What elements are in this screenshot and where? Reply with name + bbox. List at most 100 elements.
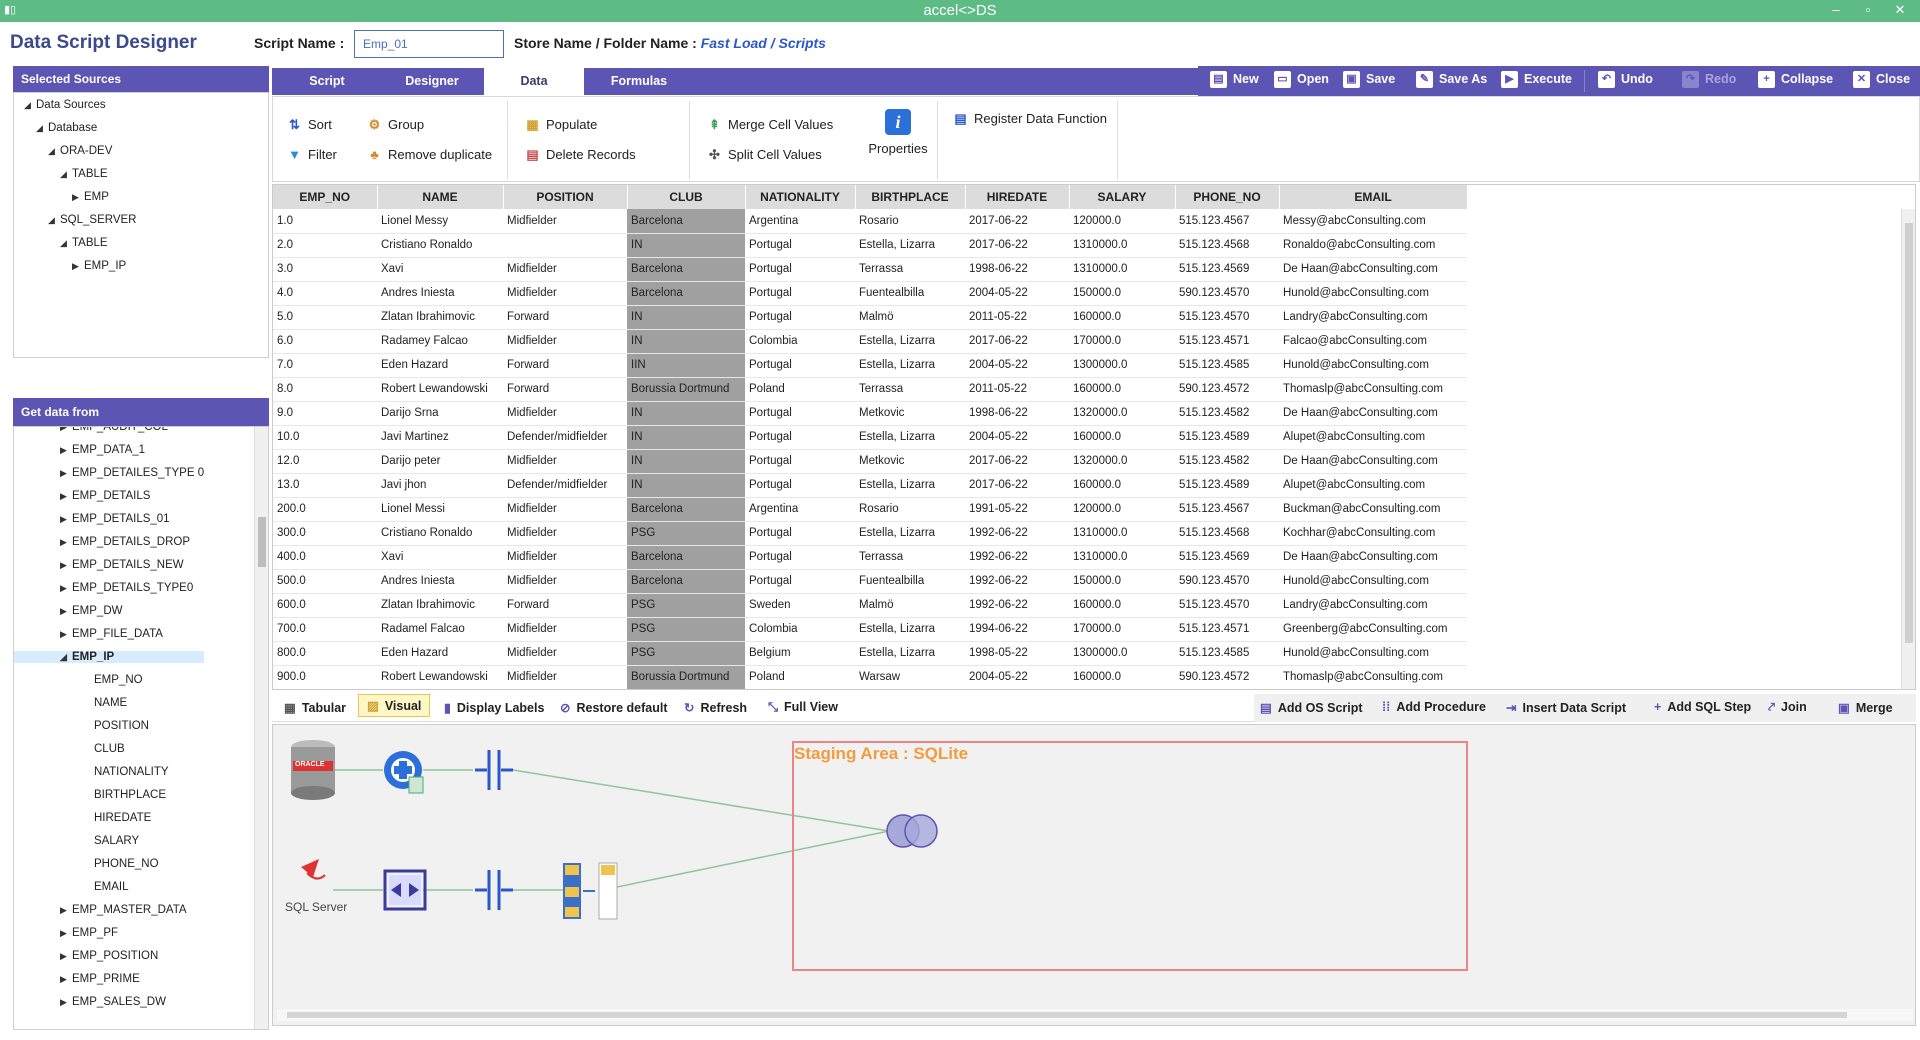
table-cell[interactable]: IN [627,305,745,330]
refresh-button[interactable]: ↻ Refresh [684,700,747,715]
table-cell[interactable]: Thomaslp@abcConsulting.com [1279,377,1467,402]
minimize-button[interactable]: – [1820,0,1852,22]
add-procedure-button[interactable]: ⁞⁞ Add Procedure [1382,700,1486,714]
table-cell[interactable]: Greenberg@abcConsulting.com [1279,617,1467,642]
restore-default-button[interactable]: ⊘ Restore default [560,700,667,715]
delete-records-button[interactable]: ▤ Delete Records [525,147,635,163]
table-cell[interactable]: 160000.0 [1069,377,1175,402]
table-cell[interactable]: Estella, Lizarra [855,473,965,498]
table-cell[interactable]: Eden Hazard [377,641,503,666]
save-button[interactable]: ▣ Save [1343,71,1395,88]
table-cell[interactable]: 160000.0 [1069,305,1175,330]
column-header[interactable]: PHONE_NO [1175,185,1280,209]
table-cell[interactable]: Barcelona [627,569,745,594]
script-name-input[interactable] [354,30,504,58]
table-cell[interactable]: 1320000.0 [1069,401,1175,426]
tab-script[interactable]: Script [272,68,382,95]
table-cell[interactable]: Poland [745,377,855,402]
table-cell[interactable]: 515.123.4569 [1175,257,1279,282]
table-cell[interactable]: 160000.0 [1069,425,1175,450]
table-cell[interactable]: 150000.0 [1069,569,1175,594]
add-os-script-button[interactable]: ▤ Add OS Script [1260,700,1363,715]
table-row[interactable]: 7.0 Eden Hazard Forward IIN Portugal Estella,… [273,353,1467,378]
open-button[interactable]: ▭ Open [1274,71,1329,88]
table-cell[interactable]: Messy@abcConsulting.com [1279,209,1467,234]
column-header[interactable]: HIREDATE [965,185,1070,209]
table-cell[interactable]: 600.0 [273,593,377,618]
table-cell[interactable]: Midfielder [503,665,627,689]
table-cell[interactable]: Darijo Srna [377,401,503,426]
table-cell[interactable]: 515.123.4567 [1175,497,1279,522]
table-cell[interactable]: Radamey Falcao [377,329,503,354]
table-cell[interactable]: 2.0 [273,233,377,258]
grid-scrollbar[interactable] [1901,209,1915,689]
table-cell[interactable]: 7.0 [273,353,377,378]
table-item[interactable]: ▶ EMP_DETAILS_01 [60,513,170,525]
collapsed-arrow-icon[interactable]: ▶ [60,468,72,479]
table-item[interactable]: ▶ EMP_DETAILS_DROP [60,536,190,548]
table-cell[interactable]: 515.123.4589 [1175,473,1279,498]
visual-button[interactable]: ▨ Visual [358,694,431,717]
table-row[interactable]: 400.0 Xavi Midfielder Barcelona Portugal Terr… [273,545,1467,570]
collapsed-arrow-icon[interactable]: ▶ [60,427,72,433]
table-cell[interactable]: Midfielder [503,329,627,354]
table-cell[interactable]: Portugal [745,233,855,258]
table-cell[interactable]: Estella, Lizarra [855,617,965,642]
table-cell[interactable]: Midfielder [503,449,627,474]
table-cell[interactable]: Malmö [855,593,965,618]
table-cell[interactable]: Cristiano Ronaldo [377,521,503,546]
collapsed-arrow-icon[interactable]: ▶ [72,261,84,272]
split-cells-button[interactable]: ✣ Split Cell Values [707,147,822,163]
table-cell[interactable]: Barcelona [627,497,745,522]
store-folder-value[interactable]: Fast Load / Scripts [701,35,826,51]
maximize-button[interactable]: ▫ [1852,0,1884,22]
table-cell[interactable]: 515.123.4570 [1175,305,1279,330]
source-tree-item[interactable]: ▶ EMP_IP [72,260,126,272]
table-cell[interactable]: Estella, Lizarra [855,233,965,258]
table-cell[interactable]: Darijo peter [377,449,503,474]
merge-cells-button[interactable]: ⇞ Merge Cell Values [707,117,833,133]
table-cell[interactable]: 1992-06-22 [965,521,1069,546]
full-view-button[interactable]: ⤡ Full View [768,700,838,715]
table-cell[interactable]: Portugal [745,473,855,498]
table-cell[interactable]: Lionel Messy [377,209,503,234]
table-cell[interactable]: Rosario [855,497,965,522]
add-sql-step-button[interactable]: + Add SQL Step [1654,700,1751,714]
table-cell[interactable]: Estella, Lizarra [855,353,965,378]
table-cell[interactable]: Midfielder [503,521,627,546]
table-cell[interactable]: 1310000.0 [1069,521,1175,546]
table-cell[interactable]: 1992-06-22 [965,593,1069,618]
table-cell[interactable]: Terrassa [855,257,965,282]
table-cell[interactable]: 515.123.4571 [1175,617,1279,642]
insert-data-script-button[interactable]: ⇥ Insert Data Script [1506,700,1626,715]
table-cell[interactable]: Fuentealbilla [855,569,965,594]
tree-scrollbar[interactable] [254,427,268,1029]
canvas-scroll-thumb[interactable] [287,1012,1847,1018]
table-cell[interactable]: 1991-05-22 [965,497,1069,522]
table-cell[interactable]: Xavi [377,257,503,282]
source-tree-item[interactable]: ◢ SQL_SERVER [48,214,137,226]
collapsed-arrow-icon[interactable]: ▶ [60,928,72,939]
table-cell[interactable]: IN [627,425,745,450]
table-cell[interactable]: Forward [503,305,627,330]
table-cell[interactable]: 900.0 [273,665,377,689]
display-labels-button[interactable]: ▮ Display Labels [444,700,544,715]
table-cell[interactable]: 1300000.0 [1069,353,1175,378]
table-cell[interactable]: Cristiano Ronaldo [377,233,503,258]
table-cell[interactable]: Eden Hazard [377,353,503,378]
table-cell[interactable]: Midfielder [503,497,627,522]
table-cell[interactable]: Estella, Lizarra [855,329,965,354]
expanded-arrow-icon[interactable]: ◢ [60,652,72,663]
source-tree-item[interactable]: ◢ Data Sources [24,99,106,111]
table-cell[interactable]: Defender/midfielder [503,425,627,450]
table-cell[interactable]: 590.123.4572 [1175,665,1279,689]
table-cell[interactable]: 1998-06-22 [965,257,1069,282]
collapsed-arrow-icon[interactable]: ▶ [60,997,72,1008]
source-tree-item[interactable]: ◢ TABLE [60,237,108,249]
table-cell[interactable]: PSG [627,593,745,618]
table-cell[interactable]: Hunold@abcConsulting.com [1279,569,1467,594]
new-button[interactable]: ▤ New [1210,71,1259,88]
split-node-icon[interactable] [475,870,513,910]
column-item[interactable]: CLUB [94,743,125,755]
table-cell[interactable]: 1992-06-22 [965,545,1069,570]
